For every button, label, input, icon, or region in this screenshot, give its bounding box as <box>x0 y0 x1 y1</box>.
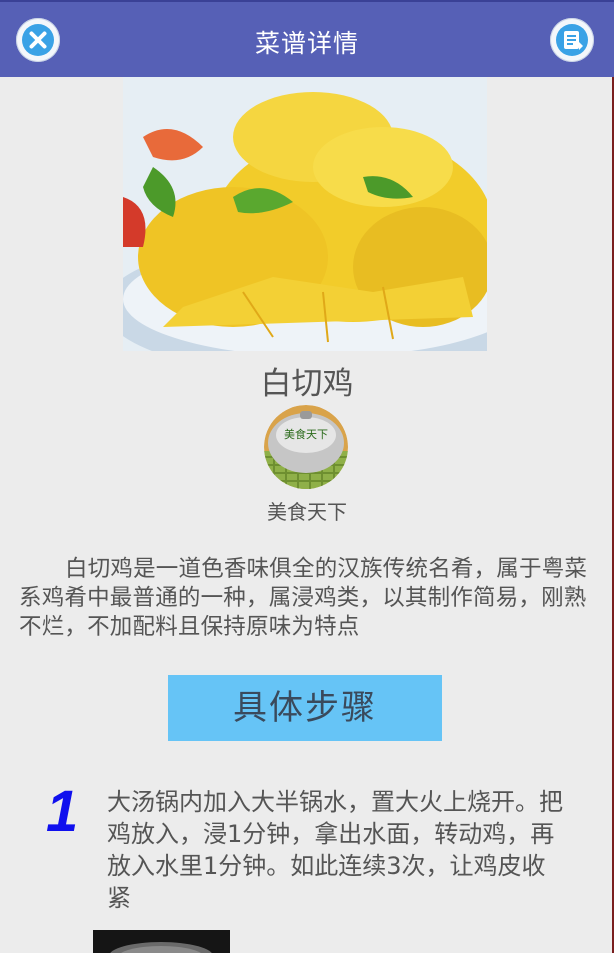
menu-list-icon <box>556 24 588 56</box>
step-number: 1 <box>46 779 79 844</box>
step-text: 大汤锅内加入大半锅水，置大火上烧开。把鸡放入，浸1分钟，拿出水面，转动鸡，再放入… <box>107 788 563 912</box>
recipe-photo <box>123 77 487 351</box>
app-header: 菜谱详情 <box>0 0 614 77</box>
page-title: 菜谱详情 <box>254 29 359 58</box>
menu-button[interactable] <box>550 18 594 62</box>
author-avatar[interactable]: 美食天下 <box>264 405 348 489</box>
step-photo <box>93 930 230 953</box>
author-name[interactable]: 美食天下 <box>0 496 614 525</box>
logo-text: 美食天下 <box>284 427 328 441</box>
recipe-description: 白切鸡是一道色香味俱全的汉族传统名肴，属于粤菜系鸡肴中最普通的一种，属浸鸡类，以… <box>19 556 588 640</box>
steps-button[interactable]: 具体步骤 <box>168 675 442 741</box>
recipe-name: 白切鸡 <box>260 366 354 402</box>
